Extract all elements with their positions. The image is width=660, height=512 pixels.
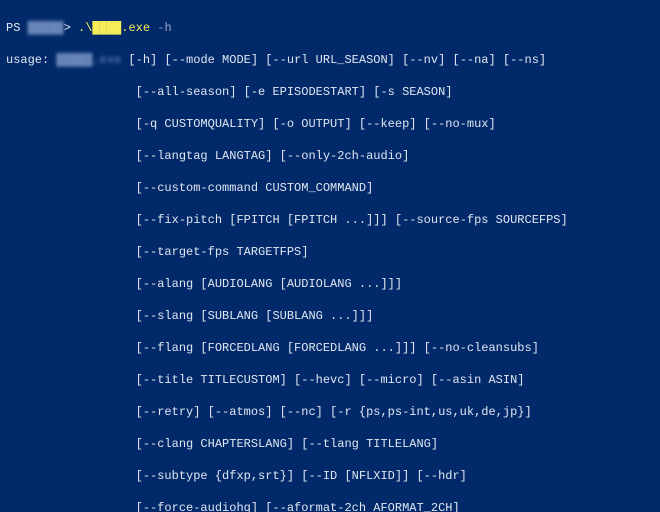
usage-seg-8: [--slang [SUBLANG [SUBLANG ...]]] xyxy=(136,309,374,323)
prompt-prefix: PS xyxy=(6,21,28,35)
terminal-output: PS █████> .\████.exe -h usage: █████.exe… xyxy=(0,0,660,512)
usage-line-12: [--clang CHAPTERSLANG] [--tlang TITLELAN… xyxy=(6,436,654,452)
usage-line-0: usage: █████.exe [-h] [--mode MODE] [--u… xyxy=(6,52,654,68)
usage-line-5: [--fix-pitch [FPITCH [FPITCH ...]]] [--s… xyxy=(6,212,654,228)
prompt-path: █████ xyxy=(28,21,64,35)
usage-seg-6: [--target-fps TARGETFPS] xyxy=(136,245,309,259)
usage-seg-11: [--retry] [--atmos] [--nc] [-r {ps,ps-in… xyxy=(136,405,532,419)
usage-prog: █████.exe xyxy=(56,53,121,67)
usage-seg-10: [--title TITLECUSTOM] [--hevc] [--micro]… xyxy=(136,373,525,387)
usage-line-4: [--custom-command CUSTOM_COMMAND] xyxy=(6,180,654,196)
prompt-line: PS █████> .\████.exe -h xyxy=(6,20,654,36)
usage-line-10: [--title TITLECUSTOM] [--hevc] [--micro]… xyxy=(6,372,654,388)
usage-seg-14: [--force-audiohq] [--aformat-2ch AFORMAT… xyxy=(136,501,460,512)
usage-seg-12: [--clang CHAPTERSLANG] [--tlang TITLELAN… xyxy=(136,437,438,451)
usage-word: usage: xyxy=(6,53,56,67)
usage-line-2: [-q CUSTOMQUALITY] [-o OUTPUT] [--keep] … xyxy=(6,116,654,132)
usage-seg-2: [-q CUSTOMQUALITY] [-o OUTPUT] [--keep] … xyxy=(136,117,496,131)
usage-line-9: [--flang [FORCEDLANG [FORCEDLANG ...]]] … xyxy=(6,340,654,356)
prompt-flag: -h xyxy=(150,21,172,35)
usage-seg-5: [--fix-pitch [FPITCH [FPITCH ...]]] [--s… xyxy=(136,213,568,227)
usage-seg-7: [--alang [AUDIOLANG [AUDIOLANG ...]]] xyxy=(136,277,402,291)
usage-line-11: [--retry] [--atmos] [--nc] [-r {ps,ps-in… xyxy=(6,404,654,420)
usage-line-7: [--alang [AUDIOLANG [AUDIOLANG ...]]] xyxy=(6,276,654,292)
usage-seg-0: [-h] [--mode MODE] [--url URL_SEASON] [-… xyxy=(121,53,546,67)
usage-line-3: [--langtag LANGTAG] [--only-2ch-audio] xyxy=(6,148,654,164)
prompt-command: .\████.exe xyxy=(78,21,150,35)
usage-line-8: [--slang [SUBLANG [SUBLANG ...]]] xyxy=(6,308,654,324)
usage-seg-4: [--custom-command CUSTOM_COMMAND] xyxy=(136,181,374,195)
usage-seg-13: [--subtype {dfxp,srt}] [--ID [NFLXID]] [… xyxy=(136,469,467,483)
usage-seg-9: [--flang [FORCEDLANG [FORCEDLANG ...]]] … xyxy=(136,341,539,355)
usage-line-14: [--force-audiohq] [--aformat-2ch AFORMAT… xyxy=(6,500,654,512)
usage-line-13: [--subtype {dfxp,srt}] [--ID [NFLXID]] [… xyxy=(6,468,654,484)
usage-seg-1: [--all-season] [-e EPISODESTART] [-s SEA… xyxy=(136,85,453,99)
usage-seg-3: [--langtag LANGTAG] [--only-2ch-audio] xyxy=(136,149,410,163)
usage-line-6: [--target-fps TARGETFPS] xyxy=(6,244,654,260)
prompt-caret: > xyxy=(64,21,78,35)
usage-line-1: [--all-season] [-e EPISODESTART] [-s SEA… xyxy=(6,84,654,100)
